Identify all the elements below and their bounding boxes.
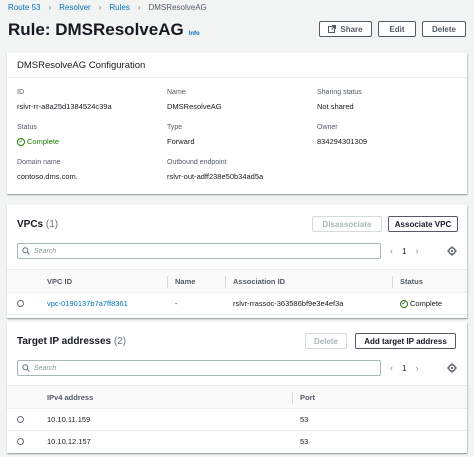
share-button-label: Share — [340, 24, 363, 34]
vpcs-search[interactable] — [17, 243, 381, 259]
sharing-status-value: Not shared — [317, 102, 354, 111]
add-target-ip-button-label: Add target IP address — [364, 336, 447, 346]
vpcs-pagination: ‹ 1 › — [390, 243, 418, 259]
info-link[interactable]: Info — [189, 31, 200, 37]
ipv4-address: 10.10.12.157 — [47, 437, 91, 446]
configuration-title: DMSResolveAG Configuration — [17, 60, 146, 71]
target-ip-panel: Target IP addresses (2) Delete Add targe… — [7, 322, 467, 453]
chevron-right-icon: › — [48, 3, 52, 12]
table-row[interactable]: 10.10.11.159 53 — [7, 409, 467, 431]
page-title-text: Rule: DMSResolveAG — [8, 20, 184, 39]
breadcrumb-rules[interactable]: Rules — [109, 3, 129, 13]
row-radio[interactable] — [17, 300, 24, 307]
column-status[interactable]: Status — [400, 277, 423, 286]
targets-search[interactable] — [17, 360, 381, 376]
domain-name-label: Domain name — [17, 159, 61, 166]
outbound-endpoint-value: rslvr-out-adff238e50b34ad5a — [167, 172, 264, 181]
associate-vpc-button[interactable]: Associate VPC — [388, 216, 458, 232]
status-value-text: Complete — [27, 137, 60, 146]
chevron-right-icon[interactable]: › — [415, 246, 418, 256]
external-link-icon — [328, 25, 337, 33]
delete-button-label: Delete — [431, 24, 456, 34]
column-association-id[interactable]: Association ID — [233, 277, 285, 286]
association-status: ✓ Complete — [400, 299, 442, 308]
search-icon — [22, 247, 30, 255]
configuration-panel: DMSResolveAG Configuration ID rslvr-rr-a… — [7, 53, 467, 194]
vpcs-count: (1) — [45, 219, 59, 230]
breadcrumb-resolver[interactable]: Resolver — [59, 3, 91, 13]
check-circle-icon: ✓ — [17, 137, 25, 146]
disassociate-button[interactable]: Disassociate — [312, 216, 382, 232]
target-ip-title: Target IP addresses (2) — [17, 336, 126, 347]
owner-label: Owner — [317, 124, 338, 131]
ipv4-address: 10.10.11.159 — [47, 415, 91, 424]
column-divider — [167, 276, 168, 288]
domain-name-value: contoso.dms.com. — [17, 172, 78, 181]
association-status-text: Complete — [410, 299, 443, 308]
edit-button[interactable]: Edit — [378, 21, 416, 37]
name-label: Name — [167, 89, 186, 96]
chevron-right-icon: › — [137, 3, 141, 12]
vpcs-title-text: VPCs — [17, 219, 44, 230]
column-port[interactable]: Port — [300, 393, 315, 402]
add-target-ip-button[interactable]: Add target IP address — [355, 333, 456, 349]
column-divider — [225, 276, 226, 288]
disassociate-button-label: Disassociate — [322, 219, 372, 229]
sharing-status-label: Sharing status — [317, 89, 362, 96]
delete-target-button-label: Delete — [313, 336, 338, 346]
chevron-left-icon[interactable]: ‹ — [390, 246, 393, 256]
breadcrumb-current: DMSResolveAG — [148, 3, 207, 12]
vpcs-title: VPCs (1) — [17, 219, 58, 230]
delete-target-button[interactable]: Delete — [305, 333, 347, 349]
chevron-left-icon[interactable]: ‹ — [390, 363, 393, 373]
column-vpc-id[interactable]: VPC ID — [47, 277, 72, 286]
vpc-id-link[interactable]: vpc-0190137b7a7ff8361 — [47, 299, 128, 308]
vpcs-table-header: VPC ID Name Association ID Status — [7, 269, 467, 293]
status-label: Status — [17, 124, 37, 131]
table-row[interactable]: 10.10.12.157 53 — [7, 431, 467, 453]
column-divider — [292, 392, 293, 404]
status-value: ✓ Complete — [17, 137, 59, 146]
owner-value: 834294301309 — [317, 137, 368, 146]
vpcs-page-number[interactable]: 1 — [402, 247, 406, 256]
search-icon — [22, 364, 30, 372]
vpcs-panel: VPCs (1) Disassociate Associate VPC ‹ 1 … — [7, 205, 467, 318]
row-radio[interactable] — [17, 438, 24, 445]
breadcrumb-route53[interactable]: Route 53 — [8, 3, 40, 13]
id-label: ID — [17, 89, 24, 96]
target-ip-title-text: Target IP addresses — [17, 336, 112, 347]
type-label: Type — [167, 124, 183, 131]
association-id: rslvr-rrassoc-363586bf9e3e4ef3a — [233, 299, 344, 308]
target-ip-count: (2) — [113, 336, 127, 347]
column-name[interactable]: Name — [175, 277, 195, 286]
table-row[interactable]: vpc-0190137b7a7ff8361 - rslvr-rrassoc-36… — [7, 293, 467, 315]
id-value: rslvr-rr-a8a25d1384524c39a — [17, 102, 112, 111]
associate-vpc-button-label: Associate VPC — [394, 219, 452, 229]
page-title: Rule: DMSResolveAG Info — [8, 20, 200, 40]
vpcs-search-input[interactable] — [34, 247, 334, 255]
breadcrumb: Route 53 › Resolver › Rules › DMSResolve… — [8, 3, 207, 13]
gear-icon[interactable] — [447, 363, 457, 373]
gear-icon[interactable] — [447, 246, 457, 256]
delete-button[interactable]: Delete — [422, 21, 466, 37]
check-circle-icon: ✓ — [400, 299, 408, 308]
targets-table-header: IPv4 address Port — [7, 385, 467, 409]
edit-button-label: Edit — [389, 24, 405, 34]
column-ipv4-address[interactable]: IPv4 address — [47, 393, 93, 402]
row-radio[interactable] — [17, 416, 24, 423]
targets-search-input[interactable] — [34, 364, 334, 372]
vpc-name: - — [175, 299, 178, 308]
type-value: Forward — [167, 137, 195, 146]
outbound-endpoint-label: Outbound endpoint — [167, 159, 227, 166]
port: 53 — [300, 437, 309, 446]
name-value: DMSResolveAG — [167, 102, 222, 111]
port: 53 — [300, 415, 309, 424]
chevron-right-icon: › — [98, 3, 102, 12]
divider — [7, 77, 467, 78]
chevron-right-icon[interactable]: › — [415, 363, 418, 373]
targets-page-number[interactable]: 1 — [402, 364, 406, 373]
share-button[interactable]: Share — [319, 21, 372, 37]
column-divider — [392, 276, 393, 288]
targets-pagination: ‹ 1 › — [390, 360, 418, 376]
